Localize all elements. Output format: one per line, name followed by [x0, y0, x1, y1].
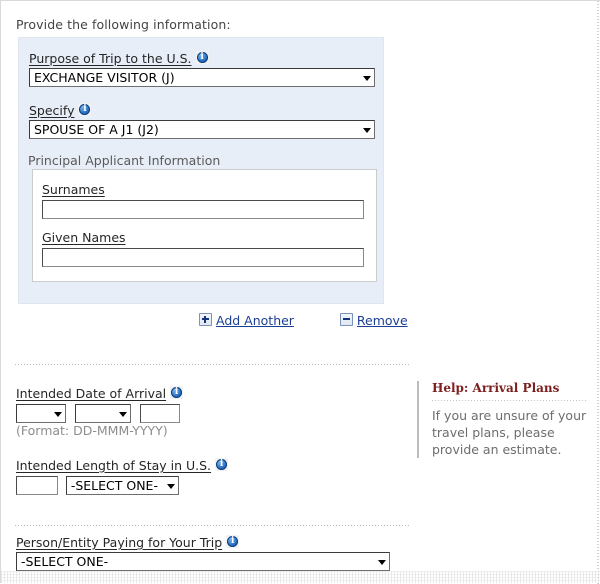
surnames-input[interactable] [42, 200, 364, 219]
arrival-date-format-note: (Format: DD-MMM-YYYY) [16, 423, 168, 438]
purpose-of-trip-value: EXCHANGE VISITOR (J) [34, 70, 175, 85]
chevron-down-icon [54, 411, 62, 417]
chevron-down-icon [378, 559, 386, 565]
payer-label: Person/Entity Paying for Your Trip [16, 535, 223, 550]
minus-icon [339, 313, 353, 326]
purpose-of-trip-select[interactable]: EXCHANGE VISITOR (J) [29, 68, 375, 87]
help-title-topic: Arrival Plans [472, 381, 560, 395]
surnames-label: Surnames [42, 182, 105, 197]
info-icon[interactable]: i [195, 51, 209, 64]
purpose-of-trip-label: Purpose of Trip to the U.S. [29, 51, 192, 66]
principal-applicant-legend: Principal Applicant Information [28, 153, 221, 168]
arrival-month-select[interactable] [74, 404, 131, 423]
section-divider [15, 364, 411, 365]
given-names-input[interactable] [42, 248, 364, 267]
arrival-day-select[interactable] [16, 404, 66, 423]
chevron-down-icon [166, 483, 175, 489]
form-page: Provide the following information: Purpo… [0, 0, 600, 584]
payer-select[interactable]: -SELECT ONE- [16, 552, 390, 571]
add-another-link[interactable]: Add Another [199, 313, 294, 328]
remove-link[interactable]: Remove [339, 313, 408, 328]
page-bottom-edge [1, 571, 600, 583]
group-actions: Add Another Remove [199, 313, 408, 328]
specify-field: Specify i SPOUSE OF A J1 (J2) [29, 103, 375, 139]
chevron-down-icon [363, 75, 371, 81]
page-right-edge [597, 1, 599, 584]
help-title: Help: Arrival Plans [432, 381, 587, 395]
add-another-label: Add Another [216, 313, 294, 328]
section-divider [15, 525, 411, 526]
info-icon[interactable]: i [226, 535, 240, 548]
info-icon[interactable]: i [170, 386, 184, 399]
given-names-field: Given Names [42, 230, 364, 267]
help-divider [432, 400, 587, 401]
arrival-date-field: Intended Date of Arrival i [16, 386, 184, 423]
remove-label: Remove [356, 313, 408, 328]
info-icon[interactable]: i [215, 458, 229, 471]
info-icon[interactable]: i [78, 103, 92, 116]
length-of-stay-input[interactable] [16, 476, 58, 495]
specify-label: Specify [29, 103, 75, 118]
specify-select[interactable]: SPOUSE OF A J1 (J2) [29, 120, 375, 139]
surnames-field: Surnames [42, 182, 364, 219]
chevron-down-icon [118, 411, 127, 417]
chevron-down-icon [363, 127, 371, 133]
intro-text: Provide the following information: [16, 17, 231, 32]
help-body: If you are unsure of your travel plans, … [432, 408, 587, 457]
length-of-stay-label: Intended Length of Stay in U.S. [16, 458, 212, 473]
payer-value: -SELECT ONE- [21, 554, 109, 569]
principal-applicant-box: Surnames Given Names [32, 169, 377, 282]
given-names-label: Given Names [42, 230, 126, 245]
length-of-stay-field: Intended Length of Stay in U.S. i -SELECT… [16, 458, 229, 495]
help-panel: Help: Arrival Plans If you are unsure of… [417, 381, 587, 458]
length-of-stay-unit-value: -SELECT ONE- [70, 478, 158, 493]
specify-value: SPOUSE OF A J1 (J2) [34, 122, 159, 137]
payer-field: Person/Entity Paying for Your Trip i -SEL… [16, 535, 390, 571]
arrival-date-label: Intended Date of Arrival [16, 386, 167, 401]
plus-icon [199, 313, 212, 326]
purpose-of-trip-field: Purpose of Trip to the U.S. i EXCHANGE VI… [29, 51, 375, 87]
length-of-stay-unit-select[interactable]: -SELECT ONE- [65, 476, 179, 495]
help-title-prefix: Help: [432, 381, 469, 395]
arrival-year-input[interactable] [139, 404, 180, 423]
